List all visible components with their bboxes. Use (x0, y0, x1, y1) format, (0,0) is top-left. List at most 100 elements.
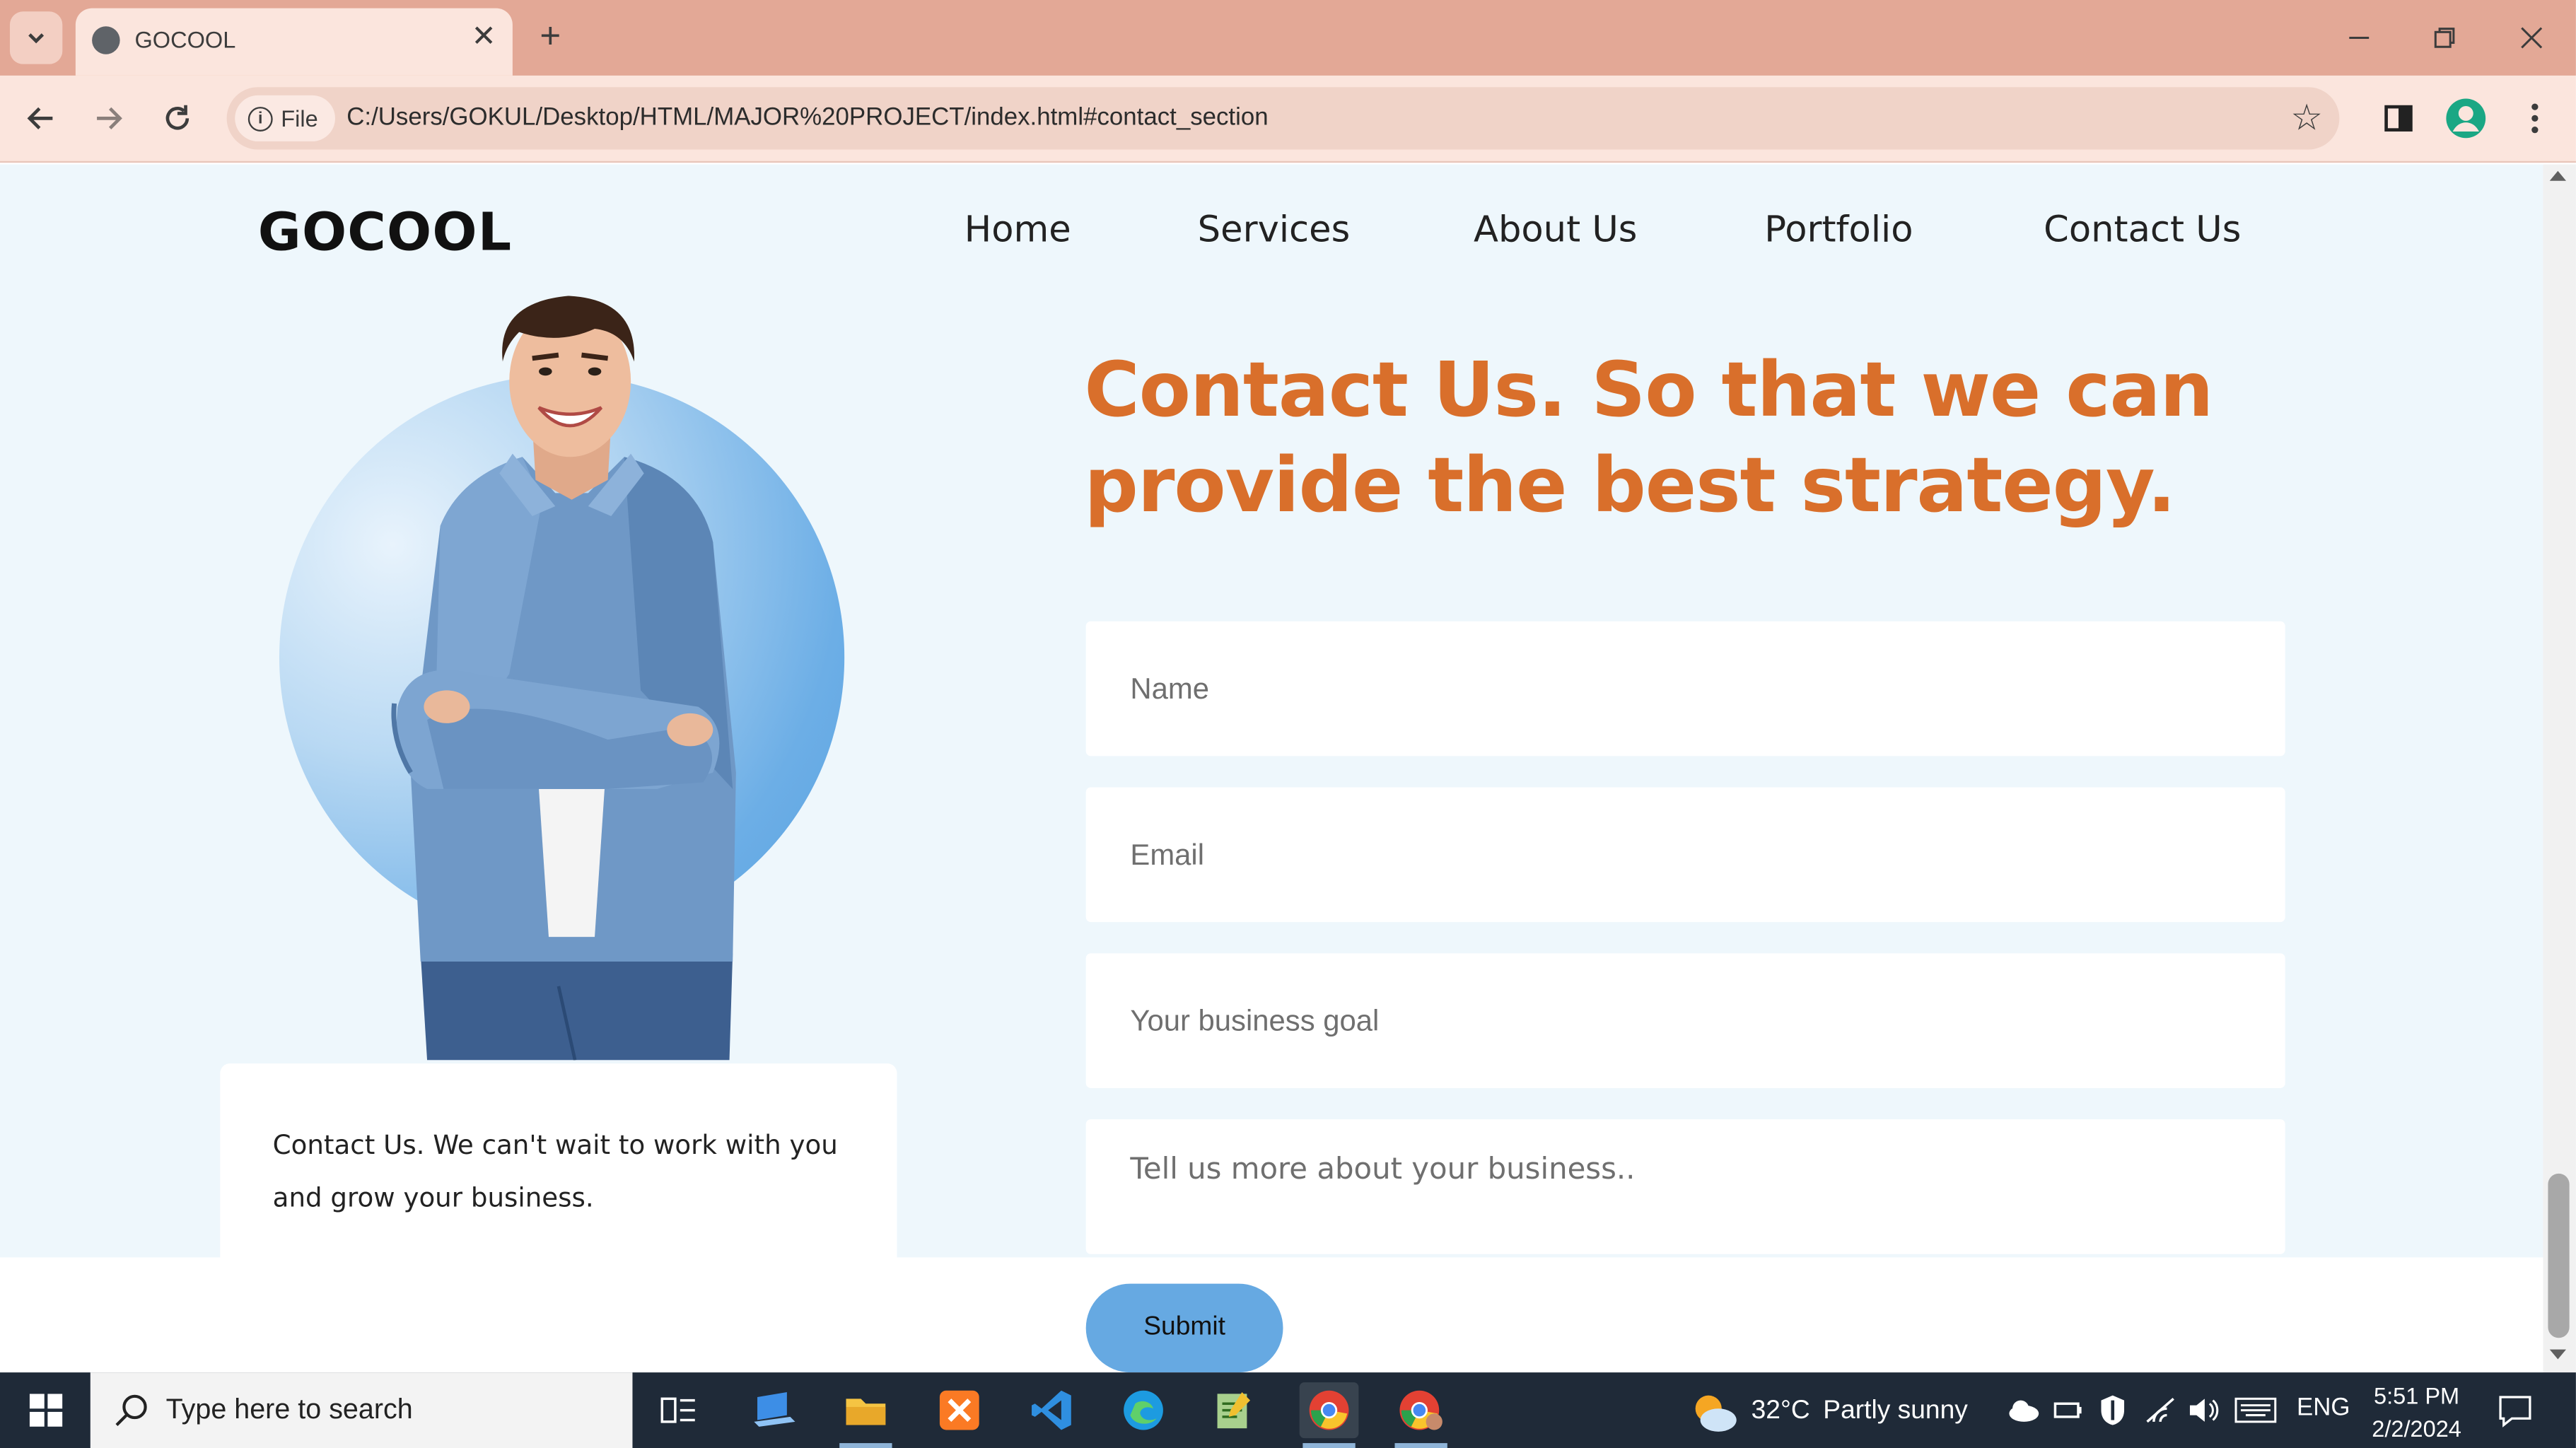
vscode-icon (1032, 1390, 1071, 1430)
weather-text: Partly sunny (1823, 1396, 1968, 1425)
minimize-button[interactable] (2334, 13, 2384, 63)
business-goal-field (1085, 953, 2285, 1088)
nav-home-link[interactable]: Home (964, 211, 1198, 252)
page-scrollbar[interactable] (2543, 164, 2576, 1373)
temperature-text: 32°C (1751, 1396, 1810, 1425)
taskbar-search-box[interactable]: Type here to search (90, 1372, 633, 1448)
contact-caption-card: Contact Us. We can't wait to work with y… (220, 1063, 897, 1294)
scroll-up-arrow-icon[interactable] (2549, 170, 2566, 181)
submit-button[interactable]: Submit (1085, 1283, 1283, 1373)
name-field (1085, 621, 2285, 757)
browser-tab[interactable]: GOCOOL ✕ (75, 8, 513, 76)
file-label: File (281, 105, 318, 132)
nav-about-link[interactable]: About Us (1474, 211, 1764, 252)
site-logo[interactable]: GOCOOL (258, 201, 513, 263)
taskbar-app-chrome[interactable] (1299, 1382, 1359, 1448)
message-field (1085, 1119, 2285, 1254)
taskbar-app-laptop[interactable] (744, 1382, 803, 1438)
main-navigation: Home Services About Us Portfolio Contact… (964, 211, 2274, 252)
clock-date: 2/2/2024 (2372, 1415, 2461, 1442)
volume-icon[interactable] (2186, 1396, 2219, 1425)
notification-center-icon[interactable] (2497, 1392, 2533, 1428)
active-indicator (1302, 1443, 1356, 1448)
notepad-icon (1217, 1392, 1251, 1429)
weather-widget[interactable]: 32°C Partly sunny (1689, 1391, 1968, 1433)
reload-button[interactable] (154, 95, 200, 141)
nav-contact-link[interactable]: Contact Us (2044, 211, 2273, 252)
contact-headline: Contact Us. So that we can provide the b… (1084, 345, 2213, 530)
arrow-left-icon (27, 107, 53, 129)
kebab-menu-icon (2531, 103, 2539, 134)
restore-button[interactable] (2420, 13, 2469, 63)
clock-time: 5:51 PM (2373, 1382, 2460, 1409)
browser-toolbar: i File C:/Users/GOKUL/Desktop/HTML/MAJOR… (0, 75, 2576, 163)
profile-avatar-icon (2446, 98, 2486, 139)
active-indicator (839, 1443, 892, 1448)
nav-services-link[interactable]: Services (1198, 211, 1474, 252)
side-panel-icon (2384, 105, 2413, 132)
globe-icon (92, 26, 120, 54)
start-button[interactable] (0, 1372, 91, 1448)
nav-portfolio-link[interactable]: Portfolio (1764, 211, 2044, 252)
taskbar-app-notepad[interactable] (1204, 1382, 1264, 1438)
tab-search-button[interactable] (9, 11, 63, 64)
profile-button[interactable] (2443, 95, 2489, 141)
battery-icon[interactable] (2053, 1396, 2083, 1425)
taskbar-app-vscode[interactable] (1022, 1382, 1081, 1438)
security-shield-icon[interactable] (2098, 1394, 2128, 1426)
page-viewport: GOCOOL Home Services About Us Portfolio … (0, 164, 2543, 1373)
address-bar[interactable]: i File C:/Users/GOKUL/Desktop/HTML/MAJOR… (226, 87, 2340, 150)
laptop-app-icon (754, 1392, 795, 1427)
taskbar-app-edge[interactable] (1114, 1382, 1173, 1438)
scroll-down-arrow-icon[interactable] (2549, 1349, 2566, 1360)
edge-icon (1124, 1390, 1163, 1430)
minimize-icon (2349, 36, 2370, 39)
url-text[interactable]: C:/Users/GOKUL/Desktop/HTML/MAJOR%20PROJ… (346, 103, 1268, 132)
chrome-icon (1309, 1390, 1349, 1430)
email-field (1085, 787, 2285, 923)
chrome-profile-icon (1399, 1390, 1443, 1430)
chevron-down-icon (28, 33, 45, 44)
task-view-icon (660, 1397, 695, 1423)
windows-taskbar: Type here to search 32°C Partly sunny EN… (0, 1372, 2576, 1448)
business-goal-input[interactable] (1085, 953, 2285, 1088)
bookmark-star-icon[interactable]: ☆ (2290, 97, 2323, 139)
folder-icon (846, 1399, 886, 1425)
tab-title: GOCOOL (134, 26, 236, 53)
name-input[interactable] (1085, 621, 2285, 757)
browser-menu-button[interactable] (2512, 95, 2558, 141)
close-tab-icon[interactable]: ✕ (472, 20, 496, 52)
search-icon (115, 1394, 147, 1426)
restore-icon (2434, 28, 2455, 48)
reload-icon (165, 105, 190, 130)
wifi-icon[interactable] (2144, 1396, 2176, 1425)
arrow-right-icon (97, 107, 122, 129)
partly-sunny-icon (1695, 1395, 1737, 1432)
task-view-button[interactable] (649, 1382, 709, 1438)
xampp-icon (939, 1390, 979, 1430)
new-tab-button[interactable]: + (529, 15, 571, 57)
site-info-chip[interactable]: i File (235, 95, 334, 141)
windows-logo-icon (28, 1394, 62, 1427)
active-indicator (1394, 1443, 1447, 1448)
message-textarea[interactable] (1085, 1119, 2285, 1254)
language-indicator[interactable]: ENG (2297, 1394, 2350, 1422)
forward-button[interactable] (86, 95, 132, 141)
taskbar-app-chrome-profile[interactable] (1392, 1382, 1451, 1448)
scroll-thumb[interactable] (2548, 1173, 2570, 1338)
browser-tab-bar: GOCOOL ✕ + (0, 0, 2576, 76)
taskbar-app-file-explorer[interactable] (837, 1382, 896, 1448)
keyboard-icon[interactable] (2234, 1397, 2277, 1423)
taskbar-search-placeholder: Type here to search (165, 1394, 413, 1425)
system-clock[interactable]: 5:51 PM 2/2/2024 (2371, 1379, 2463, 1444)
email-input[interactable] (1085, 787, 2285, 923)
close-window-button[interactable] (2507, 13, 2556, 63)
taskbar-app-xampp[interactable] (930, 1382, 989, 1438)
side-panel-button[interactable] (2375, 95, 2421, 141)
back-button[interactable] (18, 95, 64, 141)
smiling-man-photo (391, 296, 736, 1061)
onedrive-icon[interactable] (2004, 1396, 2040, 1425)
close-icon (2521, 27, 2543, 49)
contact-caption-text: Contact Us. We can't wait to work with y… (272, 1129, 838, 1213)
info-icon: i (247, 105, 273, 131)
